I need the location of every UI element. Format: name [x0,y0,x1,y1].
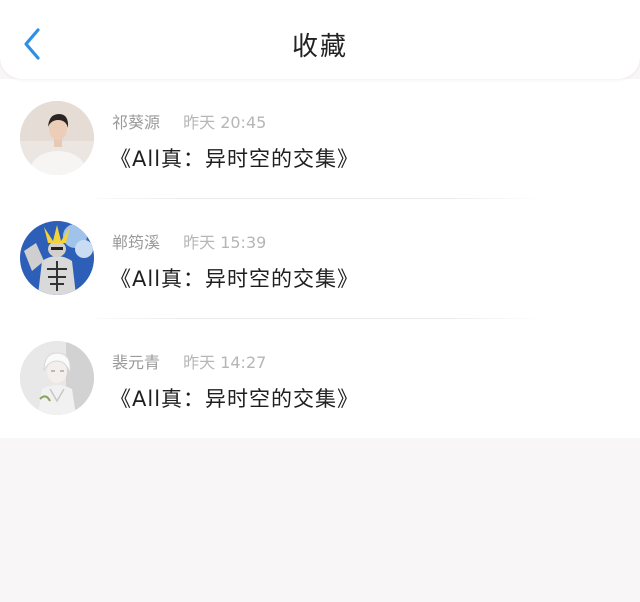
user-name[interactable]: 祁葵源 [112,113,160,132]
avatar[interactable] [20,221,94,295]
book-title[interactable]: 《All真：异时空的交集》 [110,143,359,173]
timestamp: 昨天 20:45 [183,113,267,132]
avatar[interactable] [20,101,94,175]
book-title[interactable]: 《All真：异时空的交集》 [110,383,359,413]
timestamp: 昨天 14:27 [183,353,267,372]
item-meta: 祁葵源 昨天 20:45 [112,109,266,133]
favorite-item[interactable]: 郸筠溪 昨天 15:39 《All真：异时空的交集》 [0,199,640,319]
user-name[interactable]: 郸筠溪 [112,233,160,252]
favorite-item[interactable]: 祁葵源 昨天 20:45 《All真：异时空的交集》 [0,79,640,199]
timestamp: 昨天 15:39 [183,233,267,252]
item-meta: 裴元青 昨天 14:27 [112,349,266,373]
favorites-list: 祁葵源 昨天 20:45 《All真：异时空的交集》 郸筠溪 昨天 15:39 [0,79,640,438]
person-photo-avatar [20,101,94,175]
user-name[interactable]: 裴元青 [112,353,160,372]
white-hair-avatar [20,341,94,415]
muscular-hero-avatar [20,221,94,295]
page-title: 收藏 [291,32,348,62]
favorite-item[interactable]: 裴元青 昨天 14:27 《All真：异时空的交集》 [0,319,640,439]
item-meta: 郸筠溪 昨天 15:39 [112,229,266,253]
avatar[interactable] [20,341,94,415]
book-title[interactable]: 《All真：异时空的交集》 [110,263,359,293]
top-bar: 收藏 [0,0,640,79]
